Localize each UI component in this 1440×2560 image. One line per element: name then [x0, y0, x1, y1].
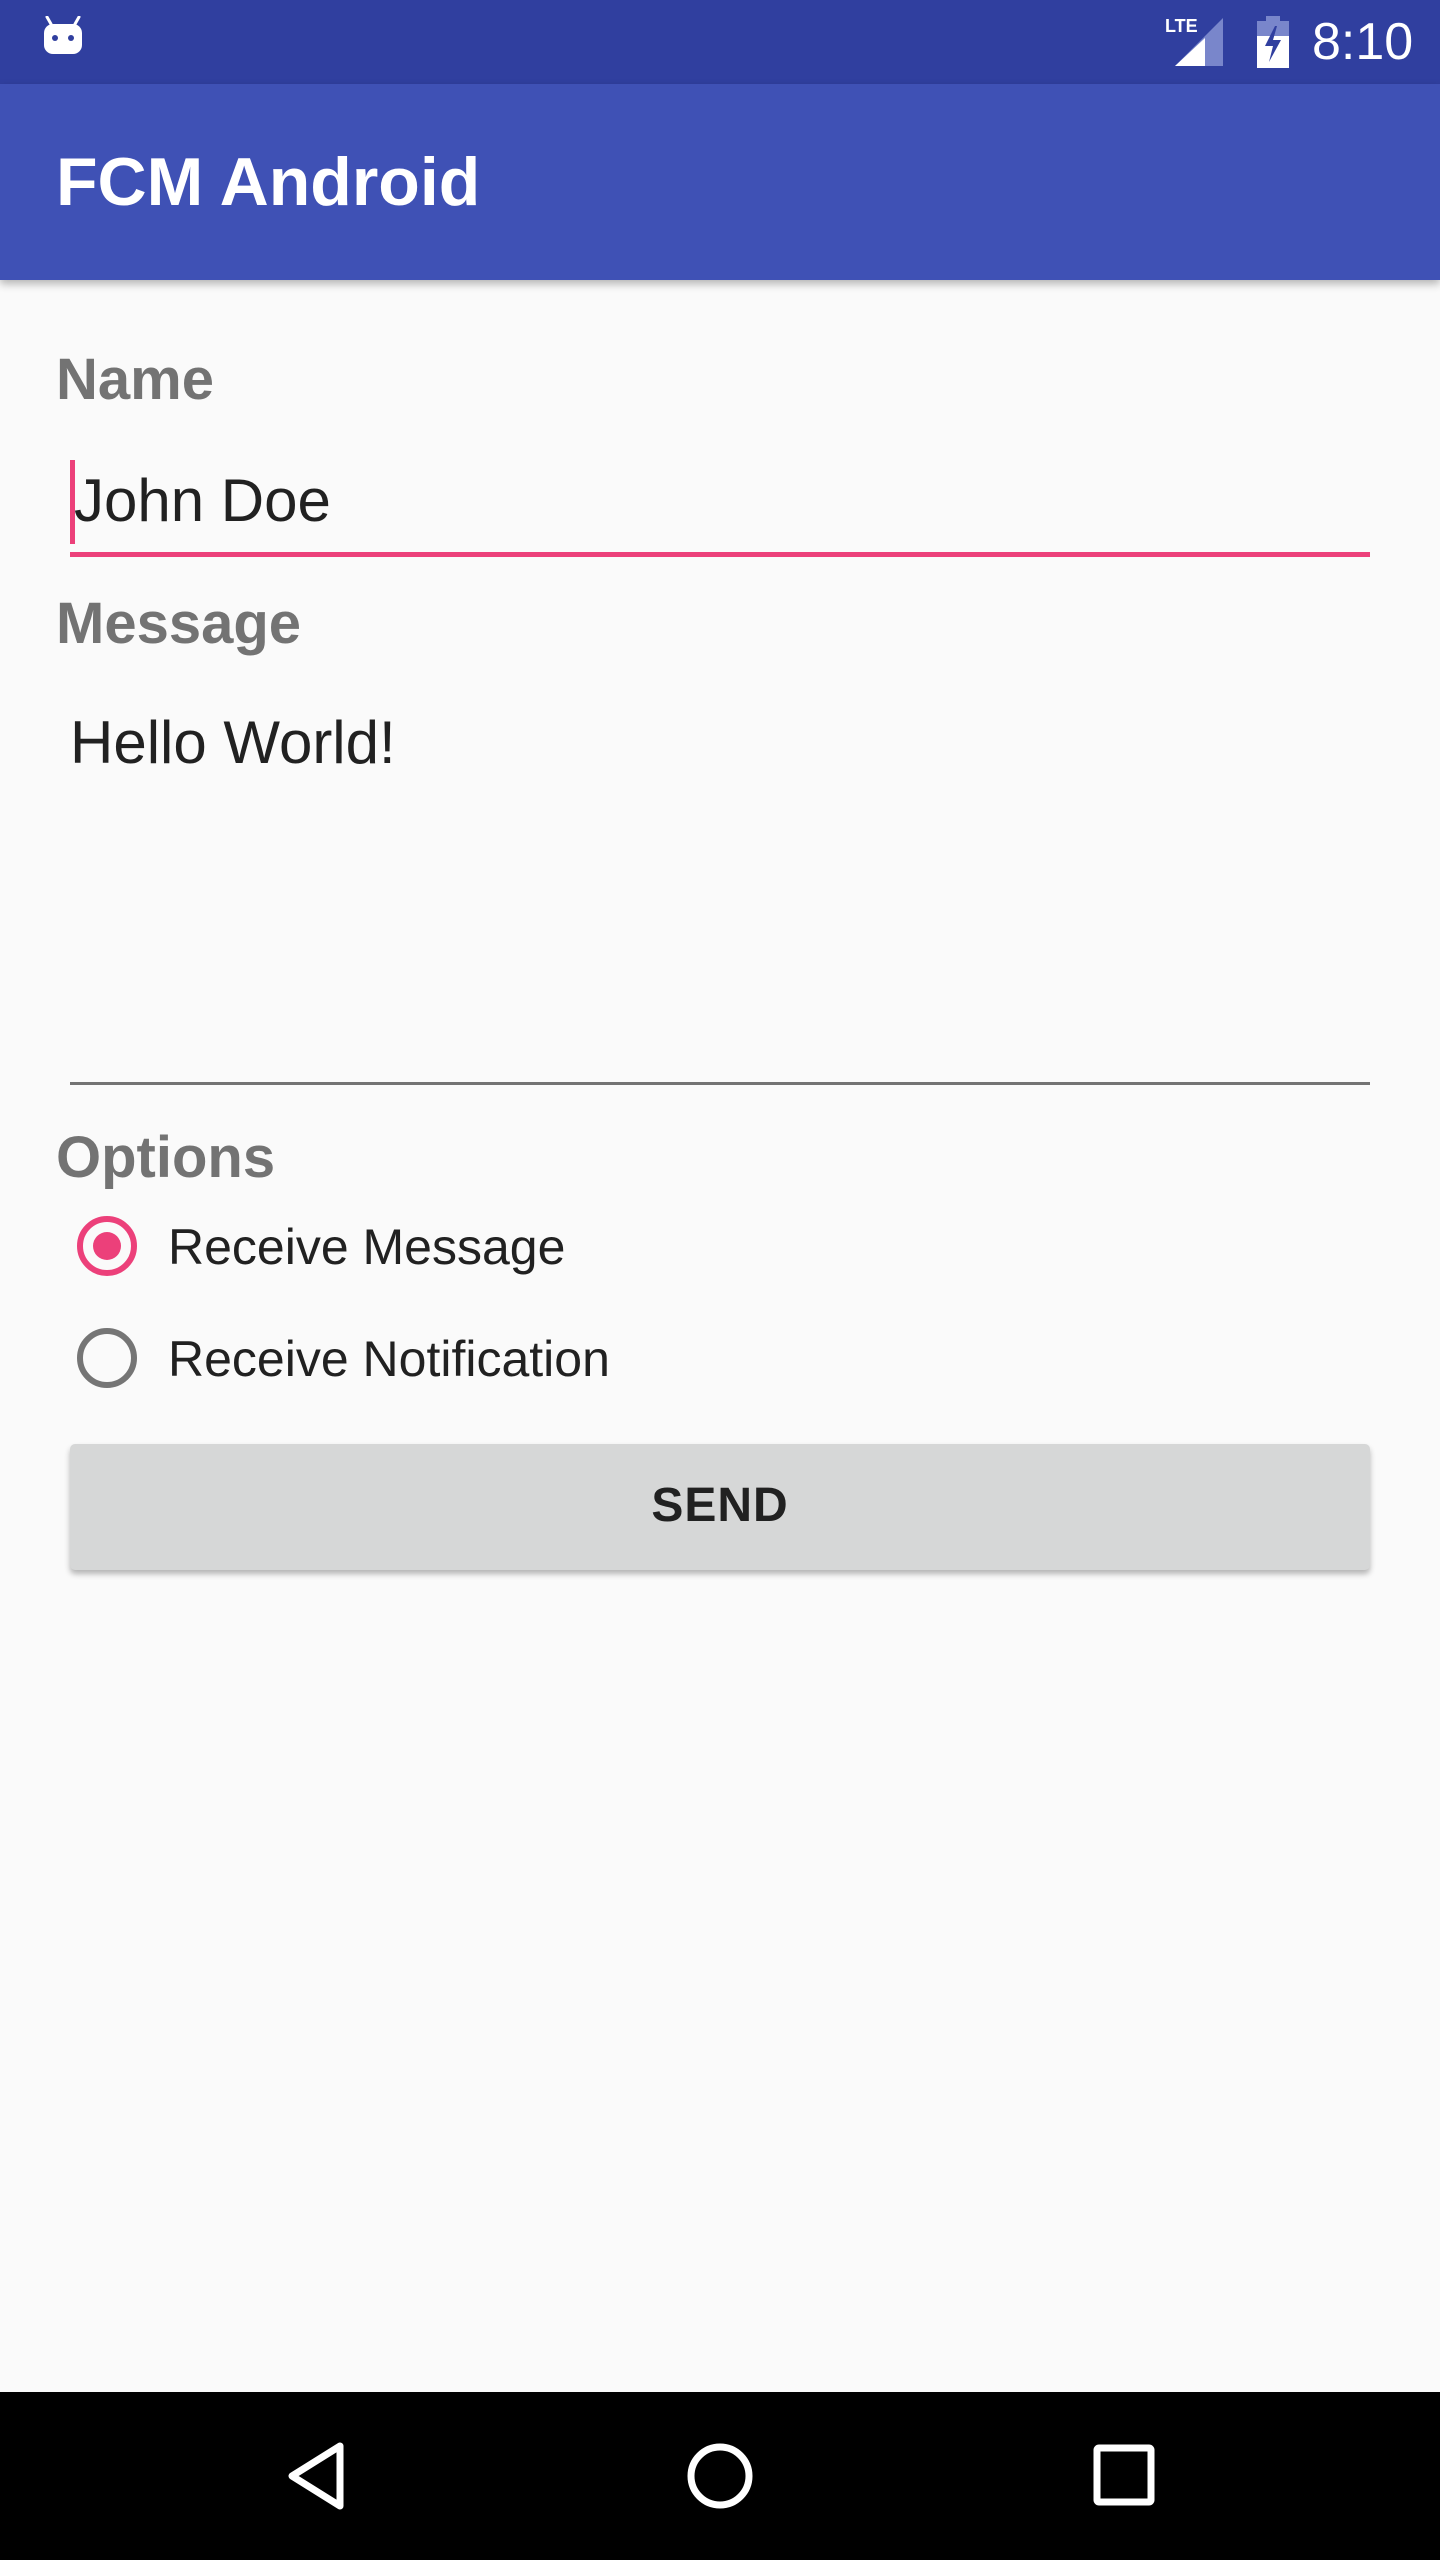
message-input[interactable]: Hello World!	[70, 700, 1370, 1085]
send-button[interactable]: SEND	[70, 1444, 1370, 1570]
radio-unchecked-icon	[77, 1328, 137, 1388]
receive-message-radio[interactable]: Receive Message	[74, 1210, 1274, 1300]
name-label: Name	[56, 347, 214, 412]
cell-signal-icon: LTE	[1165, 14, 1225, 70]
recent-apps-square-icon[interactable]	[1075, 2426, 1175, 2526]
app-title: FCM Android	[56, 144, 481, 220]
message-input-value: Hello World!	[70, 709, 396, 776]
receive-notification-radio[interactable]: Receive Notification	[74, 1322, 1274, 1412]
battery-charging-icon	[1255, 16, 1291, 68]
radio-checked-icon	[77, 1216, 137, 1276]
back-triangle-icon[interactable]	[270, 2426, 370, 2526]
receive-notification-label: Receive Notification	[168, 1331, 610, 1387]
receive-message-label: Receive Message	[168, 1219, 566, 1275]
status-time: 8:10	[1312, 13, 1414, 71]
message-label: Message	[56, 591, 302, 656]
network-type-label: LTE	[1165, 16, 1198, 36]
name-input[interactable]: John Doe	[70, 460, 1370, 557]
android-icon	[42, 15, 84, 58]
home-circle-icon[interactable]	[670, 2426, 770, 2526]
send-button-label: SEND	[651, 1479, 789, 1532]
name-input-value: John Doe	[74, 467, 331, 534]
options-label: Options	[56, 1125, 276, 1190]
navigation-bar	[0, 2392, 1440, 2560]
status-bar: LTE 8:10	[0, 0, 1440, 84]
app-bar: FCM Android	[0, 84, 1440, 280]
screen: LTE 8:10 FCM Android Name John Doe Messa…	[0, 0, 1440, 2560]
